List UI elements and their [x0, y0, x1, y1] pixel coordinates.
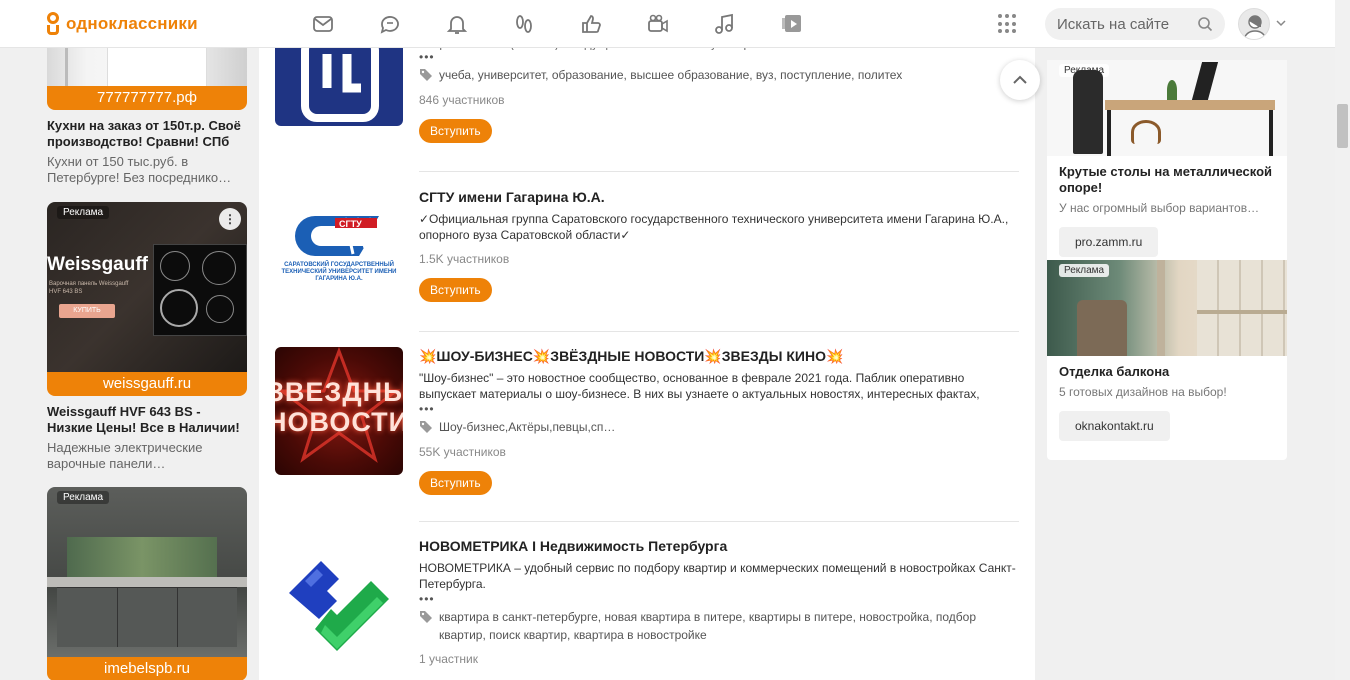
video-icon[interactable] [635, 10, 681, 38]
right-ad-column: Реклама Крутые столы на металлической оп… [1047, 60, 1287, 460]
ad-domain[interactable]: imebelspb.ru [47, 657, 247, 680]
divider [419, 171, 1019, 172]
ad-title[interactable]: Weissgauff HVF 643 BS - Низкие Цены! Все… [47, 404, 247, 436]
members-count: 1 участник [419, 652, 479, 666]
notifications-icon[interactable] [434, 10, 480, 38]
groups-feed: Петра Великого (СПбПУ) – ведущего технич… [259, 0, 1040, 680]
logo-mark-text: CГТУ [339, 219, 362, 229]
marks-icon[interactable] [568, 10, 614, 38]
join-button[interactable]: Вступить [419, 471, 492, 495]
cooktop-image [153, 244, 247, 336]
ad-description: У нас огромный выбор вариантов… [1059, 201, 1260, 215]
group-description: "Шоу-бизнес" – это новостное сообщество,… [419, 371, 980, 401]
site-search[interactable] [1045, 8, 1225, 40]
top-header: одноклассники [0, 0, 1335, 48]
page-scrollbar[interactable] [1335, 0, 1350, 680]
chevron-down-icon[interactable] [1276, 18, 1286, 28]
main-nav [300, 10, 815, 38]
video-showcase-icon[interactable] [769, 10, 815, 38]
ok-logo-icon [46, 12, 60, 36]
ad-image[interactable]: Реклама [1047, 260, 1287, 356]
ad-description: Надежные электрические варочные панели… [47, 440, 203, 471]
ad-image[interactable] [47, 48, 247, 86]
group-tags: Шоу-бизнес,Актёры,певцы,сп… [419, 418, 1019, 436]
expand-dots[interactable]: ••• [419, 593, 1019, 605]
group-title[interactable]: СГТУ имени Гагарина Ю.А. [419, 188, 1019, 206]
left-ad-2[interactable]: Реклама ⋮ Weissgauff Варочная панель Wei… [47, 202, 247, 472]
discussions-icon[interactable] [367, 10, 413, 38]
right-ad-2[interactable]: Реклама Отделка балкона 5 готовых дизайн… [1047, 260, 1287, 441]
apps-grid-icon[interactable] [998, 14, 1018, 34]
guests-icon[interactable] [501, 10, 547, 38]
ad-brand: Weissgauff [47, 254, 149, 275]
ad-image[interactable]: Реклама ⋮ Weissgauff Варочная панель Wei… [47, 202, 247, 372]
group-title[interactable]: НОВОМЕТРИКА I Недвижимость Петербурга [419, 537, 1019, 555]
group-tags: квартира в санкт-петербурге, новая кварт… [419, 608, 1019, 644]
ad-label: Реклама [1059, 264, 1110, 277]
join-button[interactable]: Вступить [419, 119, 492, 143]
members-count: 55K участников [419, 445, 506, 459]
join-button[interactable]: Вступить [419, 278, 492, 302]
tag-icon [420, 421, 432, 433]
members-count: 1.5K участников [419, 252, 510, 266]
scrollbar-thumb[interactable] [1337, 104, 1348, 148]
logo-text: одноклассники [66, 14, 198, 33]
expand-dots[interactable]: ••• [419, 51, 1019, 63]
group-title[interactable]: 💥ШОУ-БИЗНЕС💥ЗВЁЗДНЫЕ НОВОСТИ💥ЗВЕЗДЫ КИНО… [419, 347, 1019, 365]
group-logo[interactable]: CГТУ САРАТОВСКИЙ ГОСУДАРСТВЕННЫЙ ТЕХНИЧЕ… [275, 188, 403, 316]
divider [419, 521, 1019, 522]
ad-description: Кухни от 150 тыс.руб. в Петербурге! Без … [47, 154, 232, 185]
ad-domain[interactable]: weissgauff.ru [47, 372, 247, 396]
group-body: СГТУ имени Гагарина Ю.А. ✓Официальная гр… [419, 188, 1019, 302]
chevron-up-icon [1013, 75, 1027, 84]
ad-domain[interactable]: 777777777.рф [47, 86, 247, 110]
scroll-top-button[interactable] [1000, 60, 1040, 100]
avatar[interactable] [1238, 8, 1270, 40]
right-ad-1[interactable]: Реклама Крутые столы на металлической оп… [1047, 60, 1287, 257]
more-options-icon[interactable]: ⋮ [219, 208, 241, 230]
search-icon[interactable] [1197, 16, 1213, 32]
group-body: 💥ШОУ-БИЗНЕС💥ЗВЁЗДНЫЕ НОВОСТИ💥ЗВЕЗДЫ КИНО… [419, 347, 1019, 495]
group-body: Петра Великого (СПбПУ) – ведущего технич… [419, 38, 1019, 143]
ad-image[interactable]: Реклама [1047, 60, 1287, 156]
tag-icon [420, 611, 432, 623]
group-description: ✓Официальная группа Саратовского государ… [419, 212, 1009, 242]
ad-title[interactable]: Отделка балкона [1059, 364, 1275, 380]
ad-title[interactable]: Кухни на заказ от 150т.р. Своё производс… [47, 118, 247, 150]
ad-cta-button[interactable]: КУПИТЬ [59, 304, 115, 318]
search-input[interactable] [1057, 15, 1197, 33]
ad-caption: Варочная панель Weissgauff HVF 643 BS [49, 281, 129, 295]
left-ad-3[interactable]: Реклама imebelspb.ru [47, 487, 247, 680]
divider [419, 331, 1019, 332]
ad-image[interactable]: Реклама [47, 487, 247, 657]
group-description: НОВОМЕТРИКА – удобный сервис по подбору … [419, 561, 1016, 591]
messages-icon[interactable] [300, 10, 346, 38]
ad-label: Реклама [57, 491, 110, 504]
expand-dots[interactable]: ••• [419, 403, 1019, 415]
ad-domain-button[interactable]: oknakontakt.ru [1059, 411, 1170, 441]
tags-text[interactable]: учеба, университет, образование, высшее … [439, 66, 902, 84]
members-count: 846 участников [419, 93, 505, 107]
ad-title[interactable]: Крутые столы на металлической опоре! [1059, 164, 1275, 196]
left-ad-1[interactable]: 777777777.рф Кухни на заказ от 150т.р. С… [47, 48, 247, 186]
ad-domain-button[interactable]: pro.zamm.ru [1059, 227, 1159, 257]
group-body: НОВОМЕТРИКА I Недвижимость Петербурга НО… [419, 537, 1019, 666]
ad-label: Реклама [57, 206, 110, 219]
tags-text[interactable]: Шоу-бизнес,Актёры,певцы,сп… [439, 418, 615, 436]
music-icon[interactable] [702, 10, 748, 38]
group-logo[interactable] [275, 537, 403, 665]
tag-icon [420, 69, 432, 81]
logo-text: ЗВЕЗДНЫЕ НОВОСТИ [275, 377, 403, 437]
logo-caption: САРАТОВСКИЙ ГОСУДАРСТВЕННЫЙ ТЕХНИЧЕСКИЙ … [281, 262, 397, 282]
tags-text[interactable]: квартира в санкт-петербурге, новая кварт… [439, 608, 1019, 644]
group-tags: учеба, университет, образование, высшее … [419, 66, 1019, 84]
group-logo[interactable]: ЗВЕЗДНЫЕ НОВОСТИ [275, 347, 403, 475]
logo[interactable]: одноклассники [46, 12, 198, 36]
ad-description: 5 готовых дизайнов на выбор! [1059, 385, 1227, 399]
